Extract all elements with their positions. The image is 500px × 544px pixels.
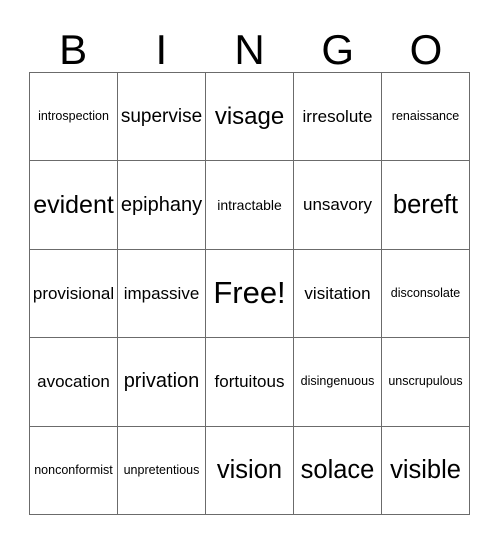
bingo-cell[interactable]: privation bbox=[118, 338, 206, 427]
bingo-cell[interactable]: epiphany bbox=[118, 161, 206, 250]
bingo-cell[interactable]: visitation bbox=[294, 249, 382, 339]
bingo-cell[interactable]: visage bbox=[206, 73, 294, 162]
bingo-cell-label: epiphany bbox=[120, 193, 203, 216]
bingo-cell[interactable]: vision bbox=[206, 426, 294, 515]
bingo-cell-label: intractable bbox=[217, 196, 282, 213]
bingo-header-letter-i: I bbox=[155, 26, 168, 73]
bingo-header-letter-b: B bbox=[59, 26, 88, 73]
bingo-cell[interactable]: impassive bbox=[118, 249, 206, 339]
bingo-cell-label: visitation bbox=[304, 283, 371, 303]
bingo-cell[interactable]: intractable bbox=[206, 161, 294, 250]
bingo-cell-label: solace bbox=[300, 455, 375, 484]
bingo-header-letter-o: O bbox=[409, 26, 443, 73]
bingo-header: B I N G O bbox=[29, 22, 470, 72]
bingo-cell[interactable]: unsavory bbox=[294, 161, 382, 250]
bingo-cell[interactable]: disingenuous bbox=[294, 338, 382, 427]
bingo-cell-label: evident bbox=[33, 190, 114, 219]
bingo-cell-label: avocation bbox=[37, 371, 110, 391]
bingo-cell[interactable]: provisional bbox=[30, 249, 118, 339]
bingo-cell[interactable]: renaissance bbox=[382, 73, 470, 162]
bingo-cell[interactable]: avocation bbox=[30, 338, 118, 427]
bingo-cell-label: unsavory bbox=[303, 195, 372, 215]
bingo-cell[interactable]: solace bbox=[294, 426, 382, 515]
bingo-cell-label: nonconformist bbox=[34, 462, 113, 477]
bingo-cell[interactable]: introspection bbox=[30, 73, 118, 162]
bingo-cell-label: disingenuous bbox=[300, 374, 375, 389]
bingo-cell-label: visible bbox=[390, 455, 461, 484]
bingo-cell[interactable]: irresolute bbox=[294, 73, 382, 162]
bingo-cell-label: provisional bbox=[32, 283, 115, 303]
bingo-cell-label: bereft bbox=[392, 190, 459, 219]
bingo-cell-label: privation bbox=[123, 370, 200, 393]
bingo-card: B I N G O introspection supervise visage ir… bbox=[0, 0, 500, 544]
bingo-header-letter-n: N bbox=[234, 26, 265, 73]
bingo-cell-label: introspection bbox=[38, 109, 109, 124]
bingo-cell-label: visage bbox=[214, 103, 285, 131]
bingo-cell[interactable]: fortuitous bbox=[206, 338, 294, 427]
bingo-cell[interactable]: disconsolate bbox=[382, 249, 470, 339]
bingo-cell[interactable]: bereft bbox=[382, 161, 470, 250]
bingo-cell-label: disconsolate bbox=[390, 285, 461, 300]
bingo-cell-label: impassive bbox=[123, 283, 200, 303]
bingo-cell-label: irresolute bbox=[302, 106, 373, 126]
bingo-cell[interactable]: nonconformist bbox=[30, 426, 118, 515]
bingo-cell[interactable]: evident bbox=[30, 161, 118, 250]
bingo-cell-label: supervise bbox=[120, 105, 203, 127]
bingo-cell-label: renaissance bbox=[391, 109, 460, 124]
bingo-grid: introspection supervise visage irresolute re… bbox=[29, 72, 470, 515]
bingo-cell-label: fortuitous bbox=[214, 371, 285, 391]
bingo-cell-label: unscrupulous bbox=[388, 374, 463, 389]
bingo-cell[interactable]: unpretentious bbox=[118, 426, 206, 515]
bingo-cell-label: vision bbox=[216, 455, 283, 484]
bingo-cell-label: unpretentious bbox=[123, 462, 200, 477]
bingo-cell[interactable]: unscrupulous bbox=[382, 338, 470, 427]
bingo-cell-free[interactable]: Free! bbox=[206, 249, 294, 339]
bingo-header-letter-g: G bbox=[321, 26, 355, 73]
bingo-cell[interactable]: supervise bbox=[118, 73, 206, 162]
bingo-cell[interactable]: visible bbox=[382, 426, 470, 515]
bingo-cell-label: Free! bbox=[213, 275, 286, 311]
